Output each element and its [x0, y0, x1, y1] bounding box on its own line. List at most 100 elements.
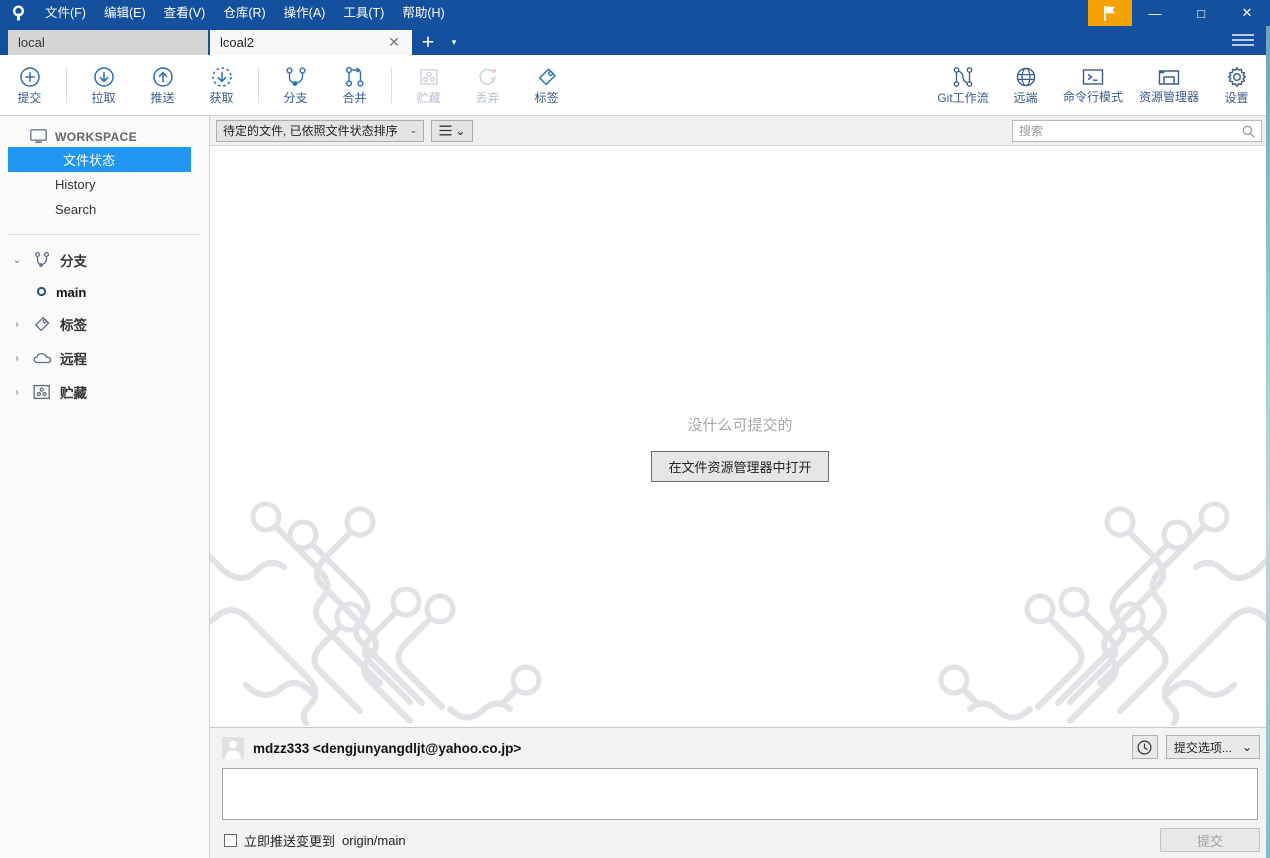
- toolbar-label: 获取: [209, 90, 234, 105]
- sidebar-item-history[interactable]: History: [0, 172, 209, 197]
- toolbar-right-group: Git工作流 远端 命令行模式 资源管理器 设置: [930, 57, 1266, 114]
- toolbar-label: 远端: [1013, 91, 1038, 105]
- sidebar-branch-main[interactable]: main: [0, 277, 209, 307]
- toolbar-branch-button[interactable]: 分支: [266, 57, 325, 114]
- chevron-right-icon[interactable]: ›: [10, 353, 24, 364]
- toolbar-merge-button[interactable]: 合并: [325, 57, 384, 114]
- commit-message-box[interactable]: [222, 768, 1258, 820]
- toolbar-label: 推送: [150, 90, 175, 105]
- menu-repository[interactable]: 仓库(R): [214, 2, 274, 24]
- sourcetree-window: 文件(F) 编辑(E) 查看(V) 仓库(R) 操作(A) 工具(T) 帮助(H…: [0, 0, 1270, 858]
- push-changes-checkbox[interactable]: [224, 833, 237, 847]
- chevron-right-icon[interactable]: ›: [10, 387, 24, 398]
- commit-history-button[interactable]: [1131, 735, 1158, 759]
- sort-dropdown[interactable]: 待定的文件, 已依照文件状态排序 ⌄: [216, 119, 425, 142]
- tab-lcoal2[interactable]: lcoal2 ✕: [210, 30, 412, 55]
- circuit-pattern-right: [938, 501, 1270, 726]
- hamburger-menu-icon[interactable]: [1232, 30, 1258, 50]
- toolbar-remote-button[interactable]: 远端: [996, 57, 1055, 114]
- flag-icon[interactable]: [1088, 0, 1132, 26]
- chevron-right-icon[interactable]: ›: [10, 319, 24, 330]
- commit-button[interactable]: 提交: [1160, 828, 1260, 852]
- chevron-down-icon: ⌄: [1241, 740, 1252, 754]
- view-mode-dropdown[interactable]: ⌄: [431, 119, 474, 142]
- sidebar: WORKSPACE 文件状态 History Search ⌄ 分支 main …: [0, 116, 210, 858]
- close-button[interactable]: ✕: [1224, 0, 1270, 26]
- monitor-icon: [30, 129, 47, 144]
- toolbar-terminal-button[interactable]: 命令行模式: [1055, 57, 1131, 114]
- toolbar-tag-button[interactable]: 标签: [517, 57, 576, 114]
- commit-panel: mdzz333 <dengjunyangdljt@yahoo.co.jp> 提交…: [210, 727, 1270, 858]
- sourcetree-logo-icon: [0, 0, 36, 26]
- list-view-icon: [439, 125, 452, 136]
- window-controls: — □ ✕: [1088, 0, 1270, 26]
- toolbar-stash-button[interactable]: 贮藏: [399, 57, 458, 114]
- menu-actions[interactable]: 操作(A): [275, 2, 335, 24]
- gitflow-icon: [953, 67, 973, 87]
- toolbar-commit-button[interactable]: 提交: [0, 57, 59, 114]
- sidebar-section-stashes[interactable]: › 贮藏: [0, 375, 209, 409]
- stash-icon: [419, 68, 438, 85]
- gear-settings-icon: [1227, 67, 1246, 87]
- toolbar-separator: [66, 67, 67, 103]
- commit-message-input[interactable]: [223, 769, 1257, 819]
- open-in-explorer-button[interactable]: 在文件资源管理器中打开: [651, 451, 829, 482]
- chevron-down-icon: ⌄: [409, 125, 418, 135]
- search-icon: [1242, 125, 1255, 138]
- sidebar-section-branches[interactable]: ⌄ 分支: [0, 243, 209, 277]
- close-icon[interactable]: ✕: [386, 34, 402, 51]
- toolbar-label: 拉取: [91, 90, 116, 105]
- workspace-header: WORKSPACE: [0, 126, 209, 147]
- branch-icon: [285, 66, 306, 86]
- globe-remote-icon: [1016, 67, 1035, 87]
- push-changes-target: origin/main: [342, 832, 406, 848]
- sidebar-item-label: 文件状态: [63, 153, 116, 168]
- toolbar-label: 分支: [283, 90, 308, 105]
- sidebar-item-file-status[interactable]: 文件状态: [8, 147, 191, 172]
- menu-bar: 文件(F) 编辑(E) 查看(V) 仓库(R) 操作(A) 工具(T) 帮助(H…: [36, 0, 454, 26]
- sidebar-section-remotes[interactable]: › 远程: [0, 341, 209, 375]
- fetch-dashed-arrow-icon: [211, 66, 232, 87]
- search-box[interactable]: [1012, 120, 1262, 142]
- branch-label: main: [56, 284, 87, 300]
- toolbar-gitflow-button[interactable]: Git工作流: [930, 57, 996, 114]
- menu-tools[interactable]: 工具(T): [334, 2, 393, 24]
- desktop-edge: [1266, 26, 1270, 858]
- maximize-button[interactable]: □: [1178, 0, 1224, 26]
- toolbar-fetch-button[interactable]: 获取: [192, 57, 251, 114]
- circuit-pattern-left: [210, 501, 542, 726]
- commit-options-dropdown[interactable]: 提交选项... ⌄: [1165, 735, 1260, 759]
- menu-view[interactable]: 查看(V): [155, 2, 215, 24]
- file-status-canvas: 没什么可提交的 在文件资源管理器中打开: [210, 146, 1270, 727]
- toolbar-pull-button[interactable]: 拉取: [74, 57, 133, 114]
- add-tab-button[interactable]: +: [414, 30, 442, 55]
- tab-local[interactable]: local: [8, 30, 208, 55]
- commit-options-label: 提交选项...: [1173, 740, 1232, 755]
- menu-file[interactable]: 文件(F): [36, 2, 95, 24]
- sidebar-section-tags[interactable]: › 标签: [0, 307, 209, 341]
- toolbar-explorer-button[interactable]: 资源管理器: [1131, 57, 1207, 114]
- toolbar-label: 命令行模式: [1062, 90, 1123, 104]
- commit-author: mdzz333 <dengjunyangdljt@yahoo.co.jp>: [253, 740, 522, 756]
- push-up-arrow-icon: [152, 66, 173, 87]
- push-changes-checkbox-row[interactable]: 立即推送变更到 origin/main: [224, 831, 406, 850]
- minimize-button[interactable]: —: [1132, 0, 1178, 26]
- chevron-down-icon[interactable]: ⌄: [10, 255, 24, 266]
- search-input[interactable]: [1019, 124, 1242, 138]
- chevron-down-icon[interactable]: ▾: [442, 30, 466, 55]
- toolbar-push-button[interactable]: 推送: [133, 57, 192, 114]
- sidebar-divider: [8, 234, 201, 235]
- empty-state-message: 没什么可提交的: [687, 417, 793, 434]
- toolbar-settings-button[interactable]: 设置: [1207, 57, 1266, 114]
- body-area: WORKSPACE 文件状态 History Search ⌄ 分支 main …: [0, 116, 1270, 858]
- toolbar-label: 丢弃: [475, 90, 500, 105]
- menu-help[interactable]: 帮助(H): [393, 2, 453, 24]
- branch-dot-icon: [36, 285, 47, 300]
- sidebar-section-label: 远程: [60, 352, 87, 367]
- sidebar-section-label: 分支: [60, 254, 87, 269]
- sidebar-section-label: 贮藏: [60, 386, 87, 401]
- sidebar-item-search[interactable]: Search: [0, 197, 209, 222]
- merge-icon: [345, 66, 364, 87]
- menu-edit[interactable]: 编辑(E): [95, 2, 155, 24]
- toolbar-discard-button[interactable]: 丢弃: [458, 57, 517, 114]
